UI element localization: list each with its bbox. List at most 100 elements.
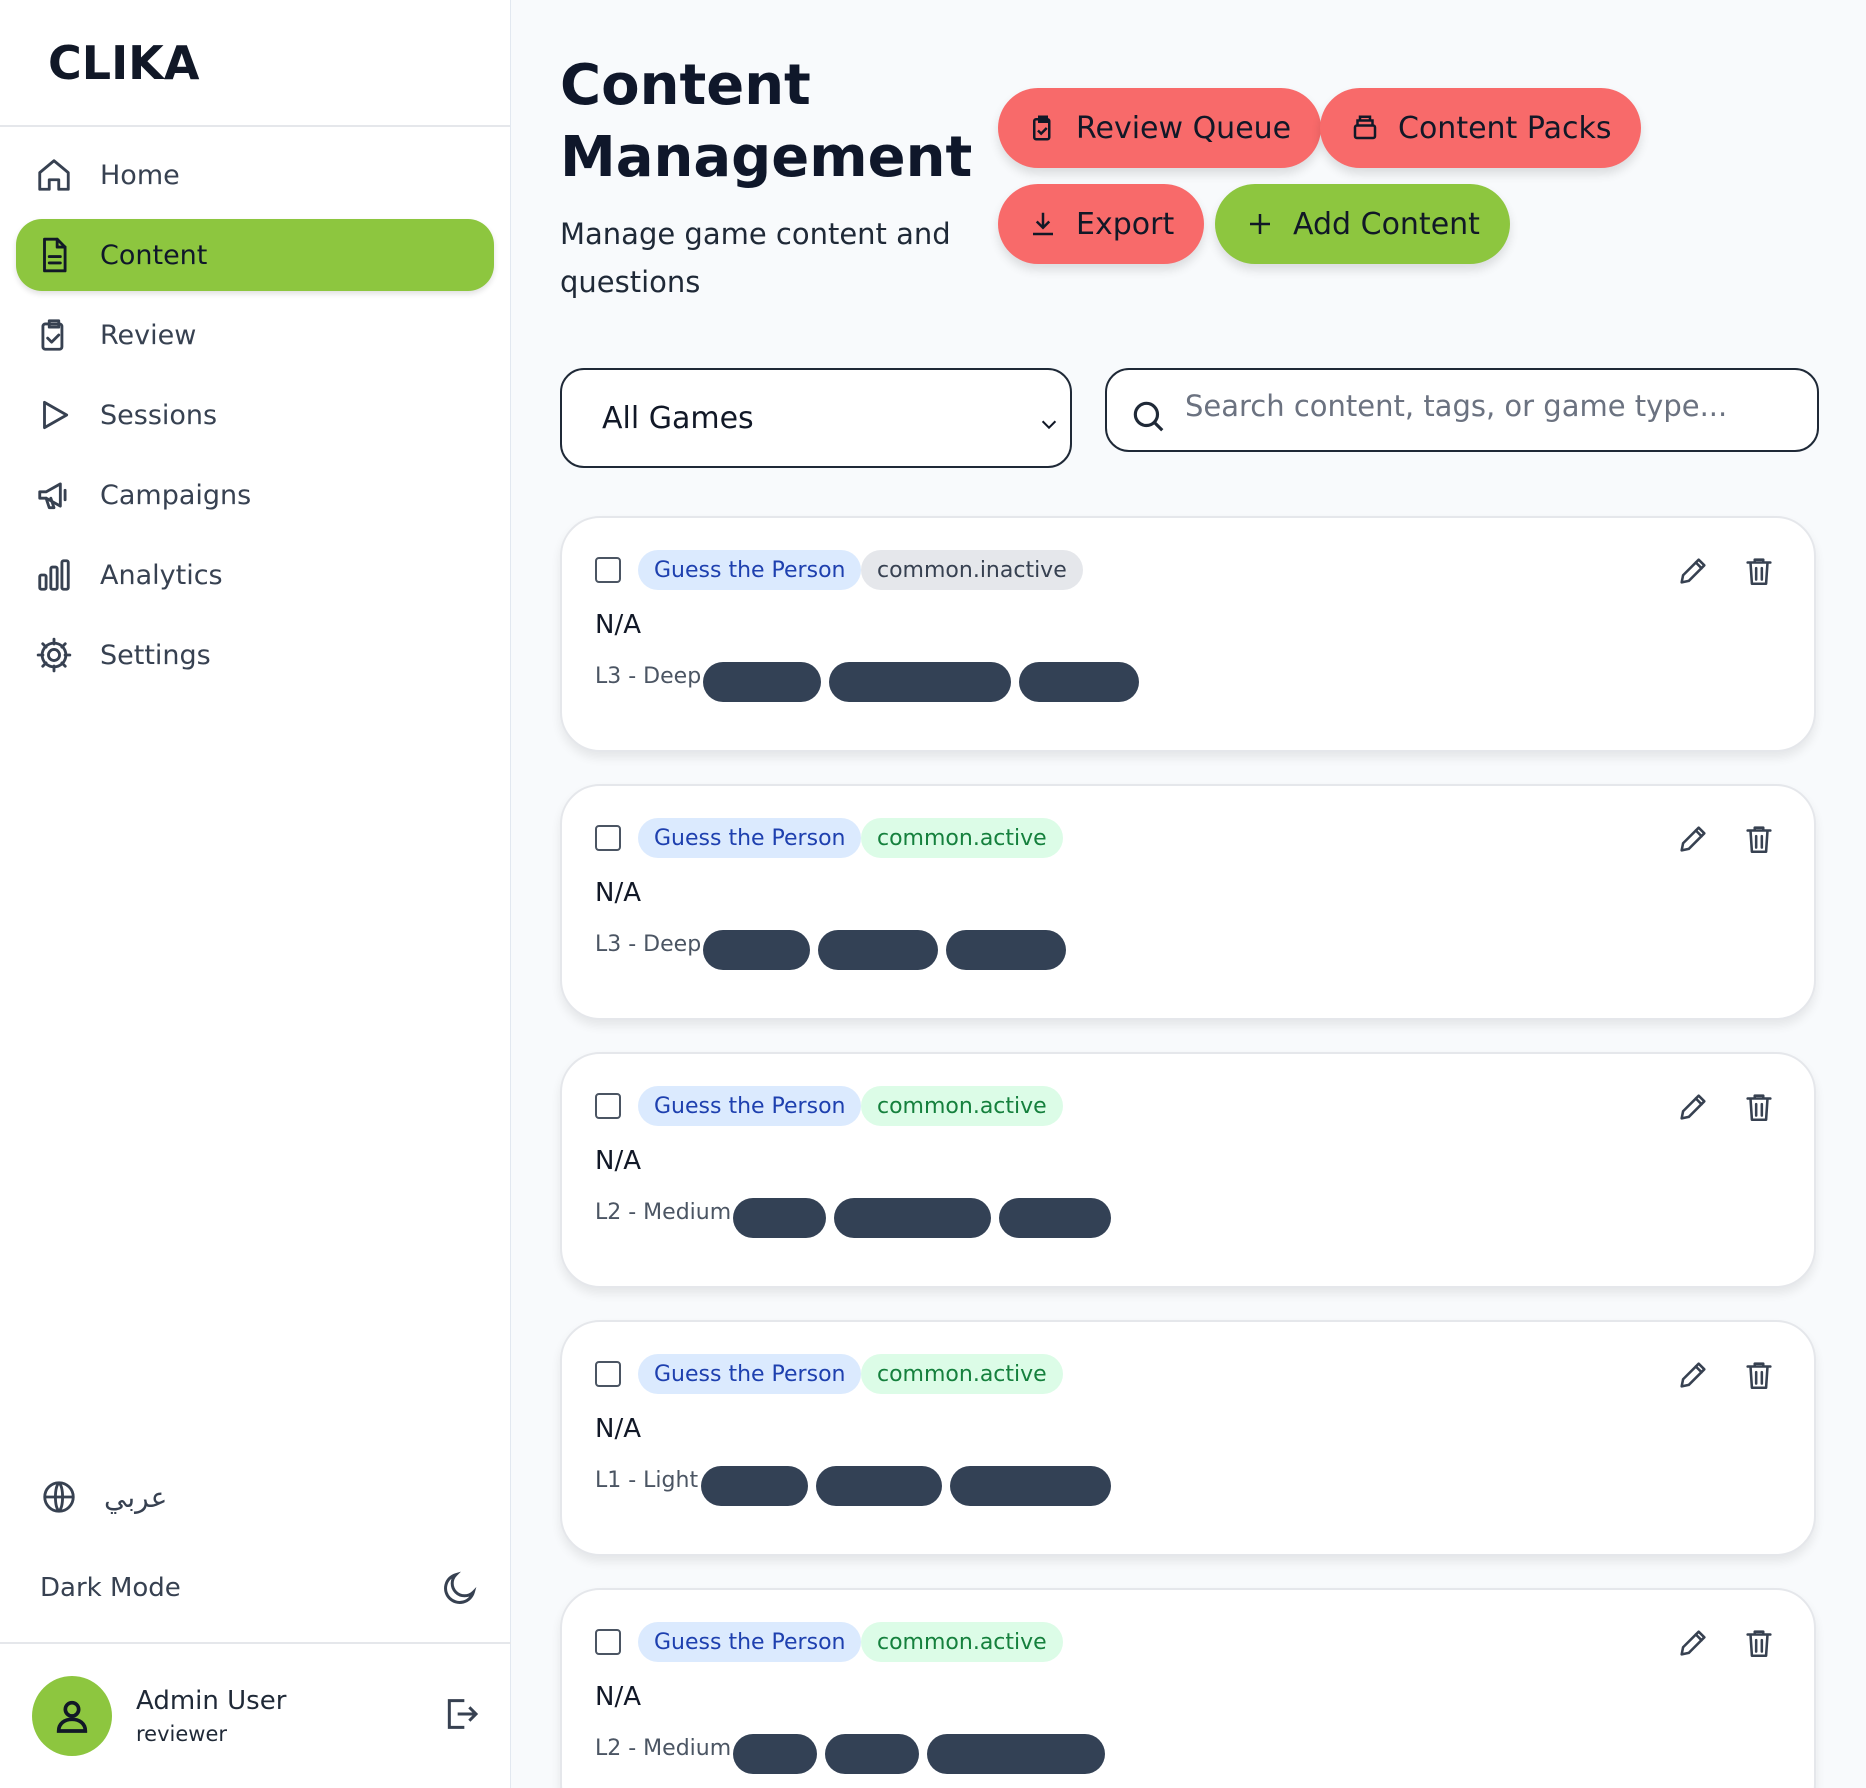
pencil-icon (1680, 1362, 1706, 1388)
sidebar-item-label: Review (100, 319, 197, 351)
game-tag: Guess the Person (638, 1622, 862, 1662)
user-role: reviewer (136, 1722, 228, 1746)
edit-button[interactable] (1676, 1358, 1716, 1398)
redacted-tag-pill (946, 930, 1066, 970)
download-icon (1033, 212, 1053, 236)
redacted-tag-pill (999, 1198, 1111, 1238)
export-button[interactable]: Export (998, 184, 1205, 264)
status-badge: common.inactive (861, 550, 1083, 590)
redacted-tag-pill (818, 930, 938, 970)
sidebar-item-sessions[interactable]: Sessions (16, 379, 494, 451)
tag-pills (703, 662, 1139, 702)
level-label: L3 - Deep (595, 932, 702, 957)
search-box (1105, 368, 1819, 452)
play-icon (34, 395, 74, 435)
tag-pills (733, 1198, 1111, 1238)
game-filter-select[interactable]: All Games (560, 368, 1072, 468)
content-title: N/A (595, 878, 641, 908)
status-badge: common.active (861, 1622, 1063, 1662)
game-tag: Guess the Person (638, 550, 862, 590)
content-card: Guess the Person common.active N/A L2 - … (560, 1052, 1816, 1288)
sidebar-item-label: Settings (100, 639, 211, 671)
delete-button[interactable] (1742, 554, 1782, 594)
megaphone-icon (34, 475, 74, 515)
trash-icon (1746, 826, 1772, 854)
review-queue-button[interactable]: Review Queue (998, 88, 1322, 168)
user-profile: Admin User reviewer (0, 1642, 511, 1788)
document-icon (34, 235, 74, 275)
sidebar-item-settings[interactable]: Settings (16, 619, 494, 691)
delete-button[interactable] (1742, 822, 1782, 862)
clipboard-check-icon (34, 315, 74, 355)
level-label: L2 - Medium (595, 1736, 732, 1761)
avatar[interactable] (32, 1676, 112, 1756)
content-card: Guess the Person common.active N/A L1 - … (560, 1320, 1816, 1556)
dark-mode-toggle[interactable]: Dark Mode (40, 1568, 480, 1608)
content-title: N/A (595, 1146, 641, 1176)
moon-icon[interactable] (440, 1568, 480, 1608)
bar-chart-icon (34, 555, 74, 595)
content-packs-button[interactable]: Content Packs (1320, 88, 1642, 168)
content-packs-label: Content Packs (1398, 110, 1612, 146)
chevron-down-icon (1038, 408, 1060, 443)
redacted-tag-pill (927, 1734, 1105, 1774)
trash-icon (1746, 1630, 1772, 1658)
export-label: Export (1076, 206, 1175, 242)
user-name: Admin User (136, 1686, 287, 1716)
select-checkbox[interactable] (595, 1629, 621, 1655)
logout-button[interactable] (441, 1694, 481, 1738)
sidebar: CLIKA Home Content Review Sessions Campa… (0, 0, 511, 1788)
status-badge: common.active (861, 818, 1063, 858)
delete-button[interactable] (1742, 1090, 1782, 1130)
redacted-tag-pill (701, 1466, 808, 1506)
status-badge: common.active (861, 1086, 1063, 1126)
search-input[interactable] (1185, 389, 1805, 423)
edit-button[interactable] (1676, 554, 1716, 594)
add-content-button[interactable]: Add Content (1215, 184, 1510, 264)
redacted-tag-pill (950, 1466, 1111, 1506)
sidebar-item-label: Campaigns (100, 479, 252, 511)
user-info: Admin User reviewer (136, 1686, 286, 1746)
select-checkbox[interactable] (595, 1361, 621, 1387)
level-label: L1 - Light (595, 1468, 699, 1493)
content-card: Guess the Person common.inactive N/A L3 … (560, 516, 1816, 752)
redacted-tag-pill (834, 1198, 991, 1238)
delete-button[interactable] (1742, 1626, 1782, 1666)
select-checkbox[interactable] (595, 1093, 621, 1119)
brand-logo[interactable]: CLIKA (0, 0, 510, 127)
pencil-icon (1680, 826, 1706, 852)
level-label: L3 - Deep (595, 664, 702, 689)
sidebar-item-analytics[interactable]: Analytics (16, 539, 494, 611)
trash-icon (1746, 558, 1772, 586)
redacted-tag-pill (703, 930, 810, 970)
status-badge: common.active (861, 1354, 1063, 1394)
sidebar-item-content[interactable]: Content (16, 219, 494, 291)
edit-button[interactable] (1676, 1626, 1716, 1666)
select-checkbox[interactable] (595, 825, 621, 851)
game-tag: Guess the Person (638, 818, 862, 858)
delete-button[interactable] (1742, 1358, 1782, 1398)
redacted-tag-pill (733, 1198, 826, 1238)
search-icon (1133, 401, 1164, 432)
content-title: N/A (595, 610, 641, 640)
sidebar-item-label: Home (100, 159, 180, 191)
language-toggle[interactable]: عربي (40, 1478, 167, 1516)
redacted-tag-pill (703, 662, 821, 702)
sidebar-item-home[interactable]: Home (16, 139, 494, 211)
dark-mode-label: Dark Mode (40, 1573, 181, 1603)
select-checkbox[interactable] (595, 557, 621, 583)
sidebar-item-review[interactable]: Review (16, 299, 494, 371)
user-icon (56, 1700, 88, 1733)
trash-icon (1746, 1094, 1772, 1122)
edit-button[interactable] (1676, 1090, 1716, 1130)
tag-pills (703, 930, 1066, 970)
edit-button[interactable] (1676, 822, 1716, 862)
sidebar-nav: Home Content Review Sessions Campaigns A… (0, 127, 510, 711)
tag-pills (701, 1466, 1111, 1506)
package-icon (1353, 115, 1377, 140)
redacted-tag-pill (816, 1466, 942, 1506)
content-card: Guess the Person common.active N/A L2 - … (560, 1588, 1816, 1788)
game-tag: Guess the Person (638, 1354, 862, 1394)
sidebar-item-campaigns[interactable]: Campaigns (16, 459, 494, 531)
page-subtitle: Manage game content and questions (560, 217, 951, 299)
